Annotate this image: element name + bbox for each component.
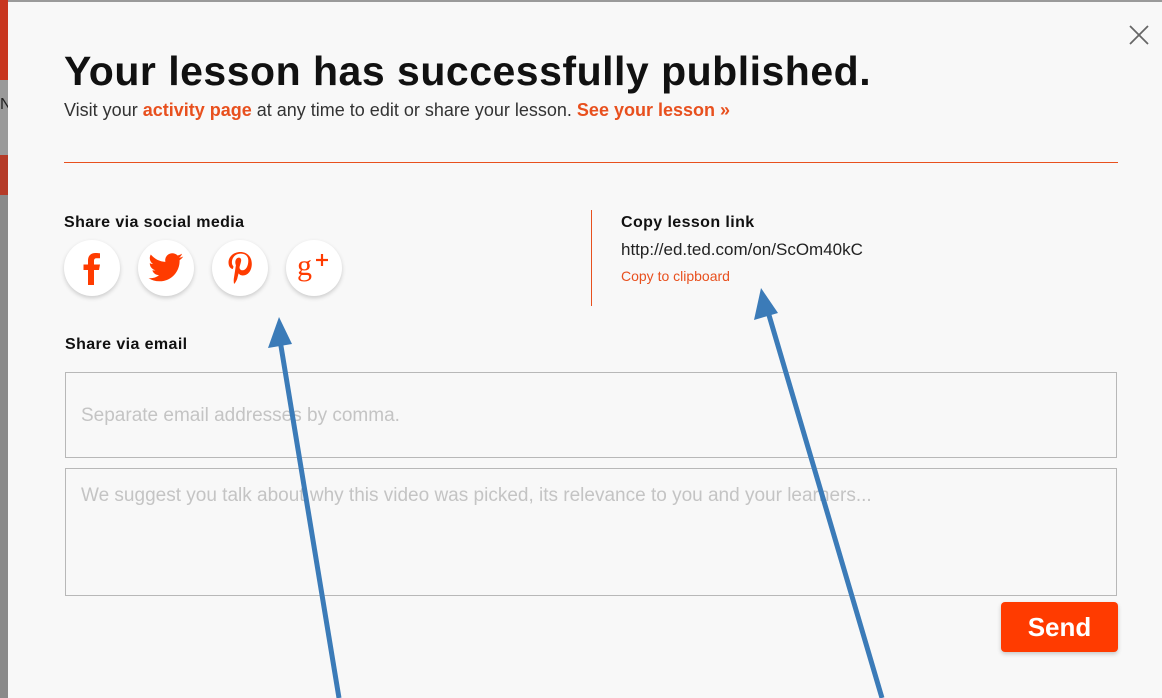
pinterest-share-button[interactable] — [212, 240, 268, 296]
activity-page-link[interactable]: activity page — [143, 100, 252, 120]
email-message-textarea[interactable] — [65, 468, 1117, 596]
google-plus-share-button[interactable]: g — [286, 240, 342, 296]
twitter-share-button[interactable] — [138, 240, 194, 296]
section-divider — [591, 210, 592, 306]
close-button[interactable] — [1126, 22, 1152, 48]
email-share-label: Share via email — [65, 336, 188, 353]
header-divider — [64, 162, 1118, 163]
close-icon — [1129, 25, 1149, 45]
dialog-title: Your lesson has successfully published. — [64, 48, 872, 94]
lesson-link-url: http://ed.ted.com/on/ScOm40kC — [621, 240, 863, 259]
copy-link-label: Copy lesson link — [621, 214, 755, 231]
facebook-share-button[interactable] — [64, 240, 120, 296]
facebook-icon — [83, 253, 100, 285]
subtitle-middle: at any time to edit or share your lesson… — [251, 100, 577, 120]
pinterest-icon — [228, 252, 252, 284]
dialog-subtitle: Visit your activity page at any time to … — [64, 100, 730, 121]
backdrop-letter: N — [0, 96, 8, 113]
send-button[interactable]: Send — [1001, 602, 1118, 652]
svg-text:g: g — [297, 250, 312, 282]
publish-dialog: Your lesson has successfully published. … — [8, 0, 1162, 698]
copy-to-clipboard-link[interactable]: Copy to clipboard — [621, 268, 730, 284]
twitter-icon — [148, 253, 184, 282]
subtitle-prefix: Visit your — [64, 100, 143, 120]
see-lesson-link[interactable]: See your lesson » — [577, 100, 730, 120]
social-media-label: Share via social media — [64, 214, 245, 231]
google-plus-icon: g — [297, 250, 328, 282]
email-addresses-input[interactable] — [65, 372, 1117, 458]
